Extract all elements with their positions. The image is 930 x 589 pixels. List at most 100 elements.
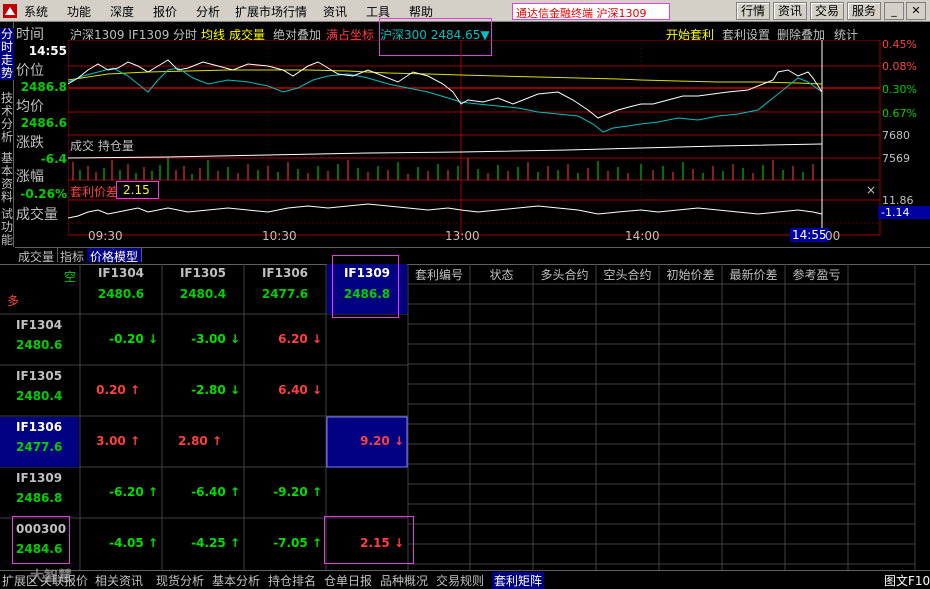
matrix-col-header[interactable]: IF1304 2480.6 [80,266,162,301]
time-tick: 10:30 [262,229,297,243]
axis-label: 0.45% [882,38,917,51]
news-button[interactable]: 资讯 [773,2,807,20]
time-tick: 09:30 [88,229,123,243]
vertical-tabs: 分时走势 技术分析 基本资料 试功能 [0,22,14,247]
matrix-row-header[interactable]: IF1309 2486.8 [0,469,80,519]
time-tick: 00 [825,229,841,243]
quote-button[interactable]: 行情 [736,2,770,20]
pct-label: 涨幅 [16,169,44,185]
matrix-row-header[interactable]: IF1305 2480.4 [0,367,80,417]
col-latest-spread[interactable]: 最新价差 [722,266,785,283]
matrix-cell-selected[interactable]: 9.20 ↓ [326,434,404,448]
close-icon[interactable]: ✕ [906,2,926,20]
cell-highlight-box [324,516,414,564]
matrix-row-header[interactable]: IF1304 2480.6 [0,316,80,366]
status-tab-active[interactable]: 套利矩阵 [492,572,545,589]
close-panel-icon[interactable]: × [866,183,876,197]
matrix-col-header[interactable]: IF1305 2480.4 [162,266,244,301]
row-code: IF1305 [16,369,63,383]
matrix-cell[interactable]: -3.00 ↓ [162,332,240,346]
arb-table-header: 套利编号 状态 多头合约 空头合约 初始价差 最新价差 参考盈亏 [408,266,915,282]
tab-price-model[interactable]: 价格模型 [87,248,143,264]
matrix-cell[interactable]: 3.00 ↑ [80,434,140,448]
menu-function[interactable]: 功能 [67,3,91,20]
status-tab[interactable]: 交易规则 [436,572,484,589]
col-status[interactable]: 状态 [470,266,533,283]
col-ref-pnl[interactable]: 参考盈亏 [785,266,848,283]
status-tab[interactable]: 持仓排名 [268,572,316,589]
matrix-col-header[interactable]: IF1306 2477.6 [244,266,326,301]
spread-line [68,203,823,219]
time-value: 14:55 [28,44,67,58]
matrix-cell[interactable]: -9.20 ↑ [244,485,322,499]
intraday-chart [68,40,881,236]
time-axis: 09:30 10:30 13:00 14:00 14:55 00 [68,228,880,243]
price-label: 价位 [16,63,44,79]
matrix-cell[interactable]: 6.40 ↓ [244,383,322,397]
tab-intraday[interactable]: 分时走势 [0,28,14,80]
tab-volume[interactable]: 成交量 [15,248,59,264]
matrix-cell[interactable]: -6.40 ↑ [162,485,240,499]
f10-button[interactable]: 图文F10 [884,572,930,589]
menu-system[interactable]: 系统 [24,3,48,20]
col-code: IF1305 [179,266,227,280]
overlay-index-line [68,67,823,133]
col-price: 2480.6 [97,287,145,301]
matrix-cell[interactable]: 6.20 ↓ [244,332,322,346]
matrix-cell[interactable]: -4.05 ↑ [80,536,158,550]
change-value: -6.4 [40,152,67,166]
col-short-contract[interactable]: 空头合约 [596,266,659,283]
col-long-contract[interactable]: 多头合约 [533,266,596,283]
chart-bottom-tabs: 成交量 指标 价格模型 [15,247,930,264]
status-tab[interactable]: 现货分析 [156,572,204,589]
menu-analysis[interactable]: 分析 [196,3,220,20]
row-price: 2477.6 [16,440,63,454]
avg-value: 2486.6 [20,116,67,130]
matrix-cell[interactable]: 2.80 ↑ [162,434,222,448]
service-button[interactable]: 服务 [847,2,881,20]
spread-label: 套利价差 [70,185,119,199]
terminal-title: 通达信金融终端 沪深1309 [512,3,670,20]
corner-short-label: 空 [64,270,77,284]
status-tab[interactable]: 基本分析 [212,572,260,589]
matrix-row-header-selected[interactable]: IF1306 2477.6 [0,418,80,468]
axis-label: 0.30% [882,83,917,96]
pct-value: -0.26% [20,187,67,201]
avg-label: 均价 [16,99,44,115]
app-logo-icon [3,4,17,18]
matrix-cell[interactable]: -2.80 ↓ [162,383,240,397]
col-code: IF1304 [97,266,145,280]
row-code: IF1309 [16,471,63,485]
status-tab[interactable]: 相关资讯 [95,572,143,589]
tab-trial[interactable]: 试功能 [0,208,14,247]
menu-quote[interactable]: 报价 [153,3,177,20]
matrix-cell[interactable]: -7.05 ↑ [244,536,322,550]
change-label: 涨跌 [16,135,44,151]
col-initial-spread[interactable]: 初始价差 [659,266,722,283]
price-line [68,59,823,119]
status-tab[interactable]: 仓单日报 [324,572,372,589]
menu-depth[interactable]: 深度 [110,3,134,20]
col-arb-id[interactable]: 套利编号 [408,266,470,283]
matrix-cell[interactable]: -4.25 ↑ [162,536,240,550]
tab-indicator[interactable]: 指标 [57,248,89,264]
matrix-cell[interactable]: 0.20 ↑ [80,383,140,397]
axis-label: 7569 [882,152,910,165]
spread-highlight-box [116,181,159,199]
tab-fundamental[interactable]: 基本资料 [0,152,14,204]
time-tick-current: 14:55 [790,228,829,242]
menu-extended-market[interactable]: 扩展市场行情 [235,3,307,20]
status-tab[interactable]: 品种概况 [380,572,428,589]
row-highlight-box [12,516,70,564]
tab-technical[interactable]: 技术分析 [0,92,14,144]
axis-label: 7680 [882,129,910,142]
minimize-icon[interactable]: _ [884,2,904,20]
trade-button[interactable]: 交易 [810,2,844,20]
left-info-panel: 时间 14:55 价位 2486.8 均价 2486.6 涨跌 -6.4 涨幅 … [15,22,67,234]
matrix-cell[interactable]: -0.20 ↓ [80,332,158,346]
matrix-cell[interactable]: -6.20 ↑ [80,485,158,499]
col-price: 2477.6 [261,287,309,301]
menu-info[interactable]: 资讯 [323,3,347,20]
axis-label: 0.08% [882,60,917,73]
open-interest-line [68,143,823,159]
